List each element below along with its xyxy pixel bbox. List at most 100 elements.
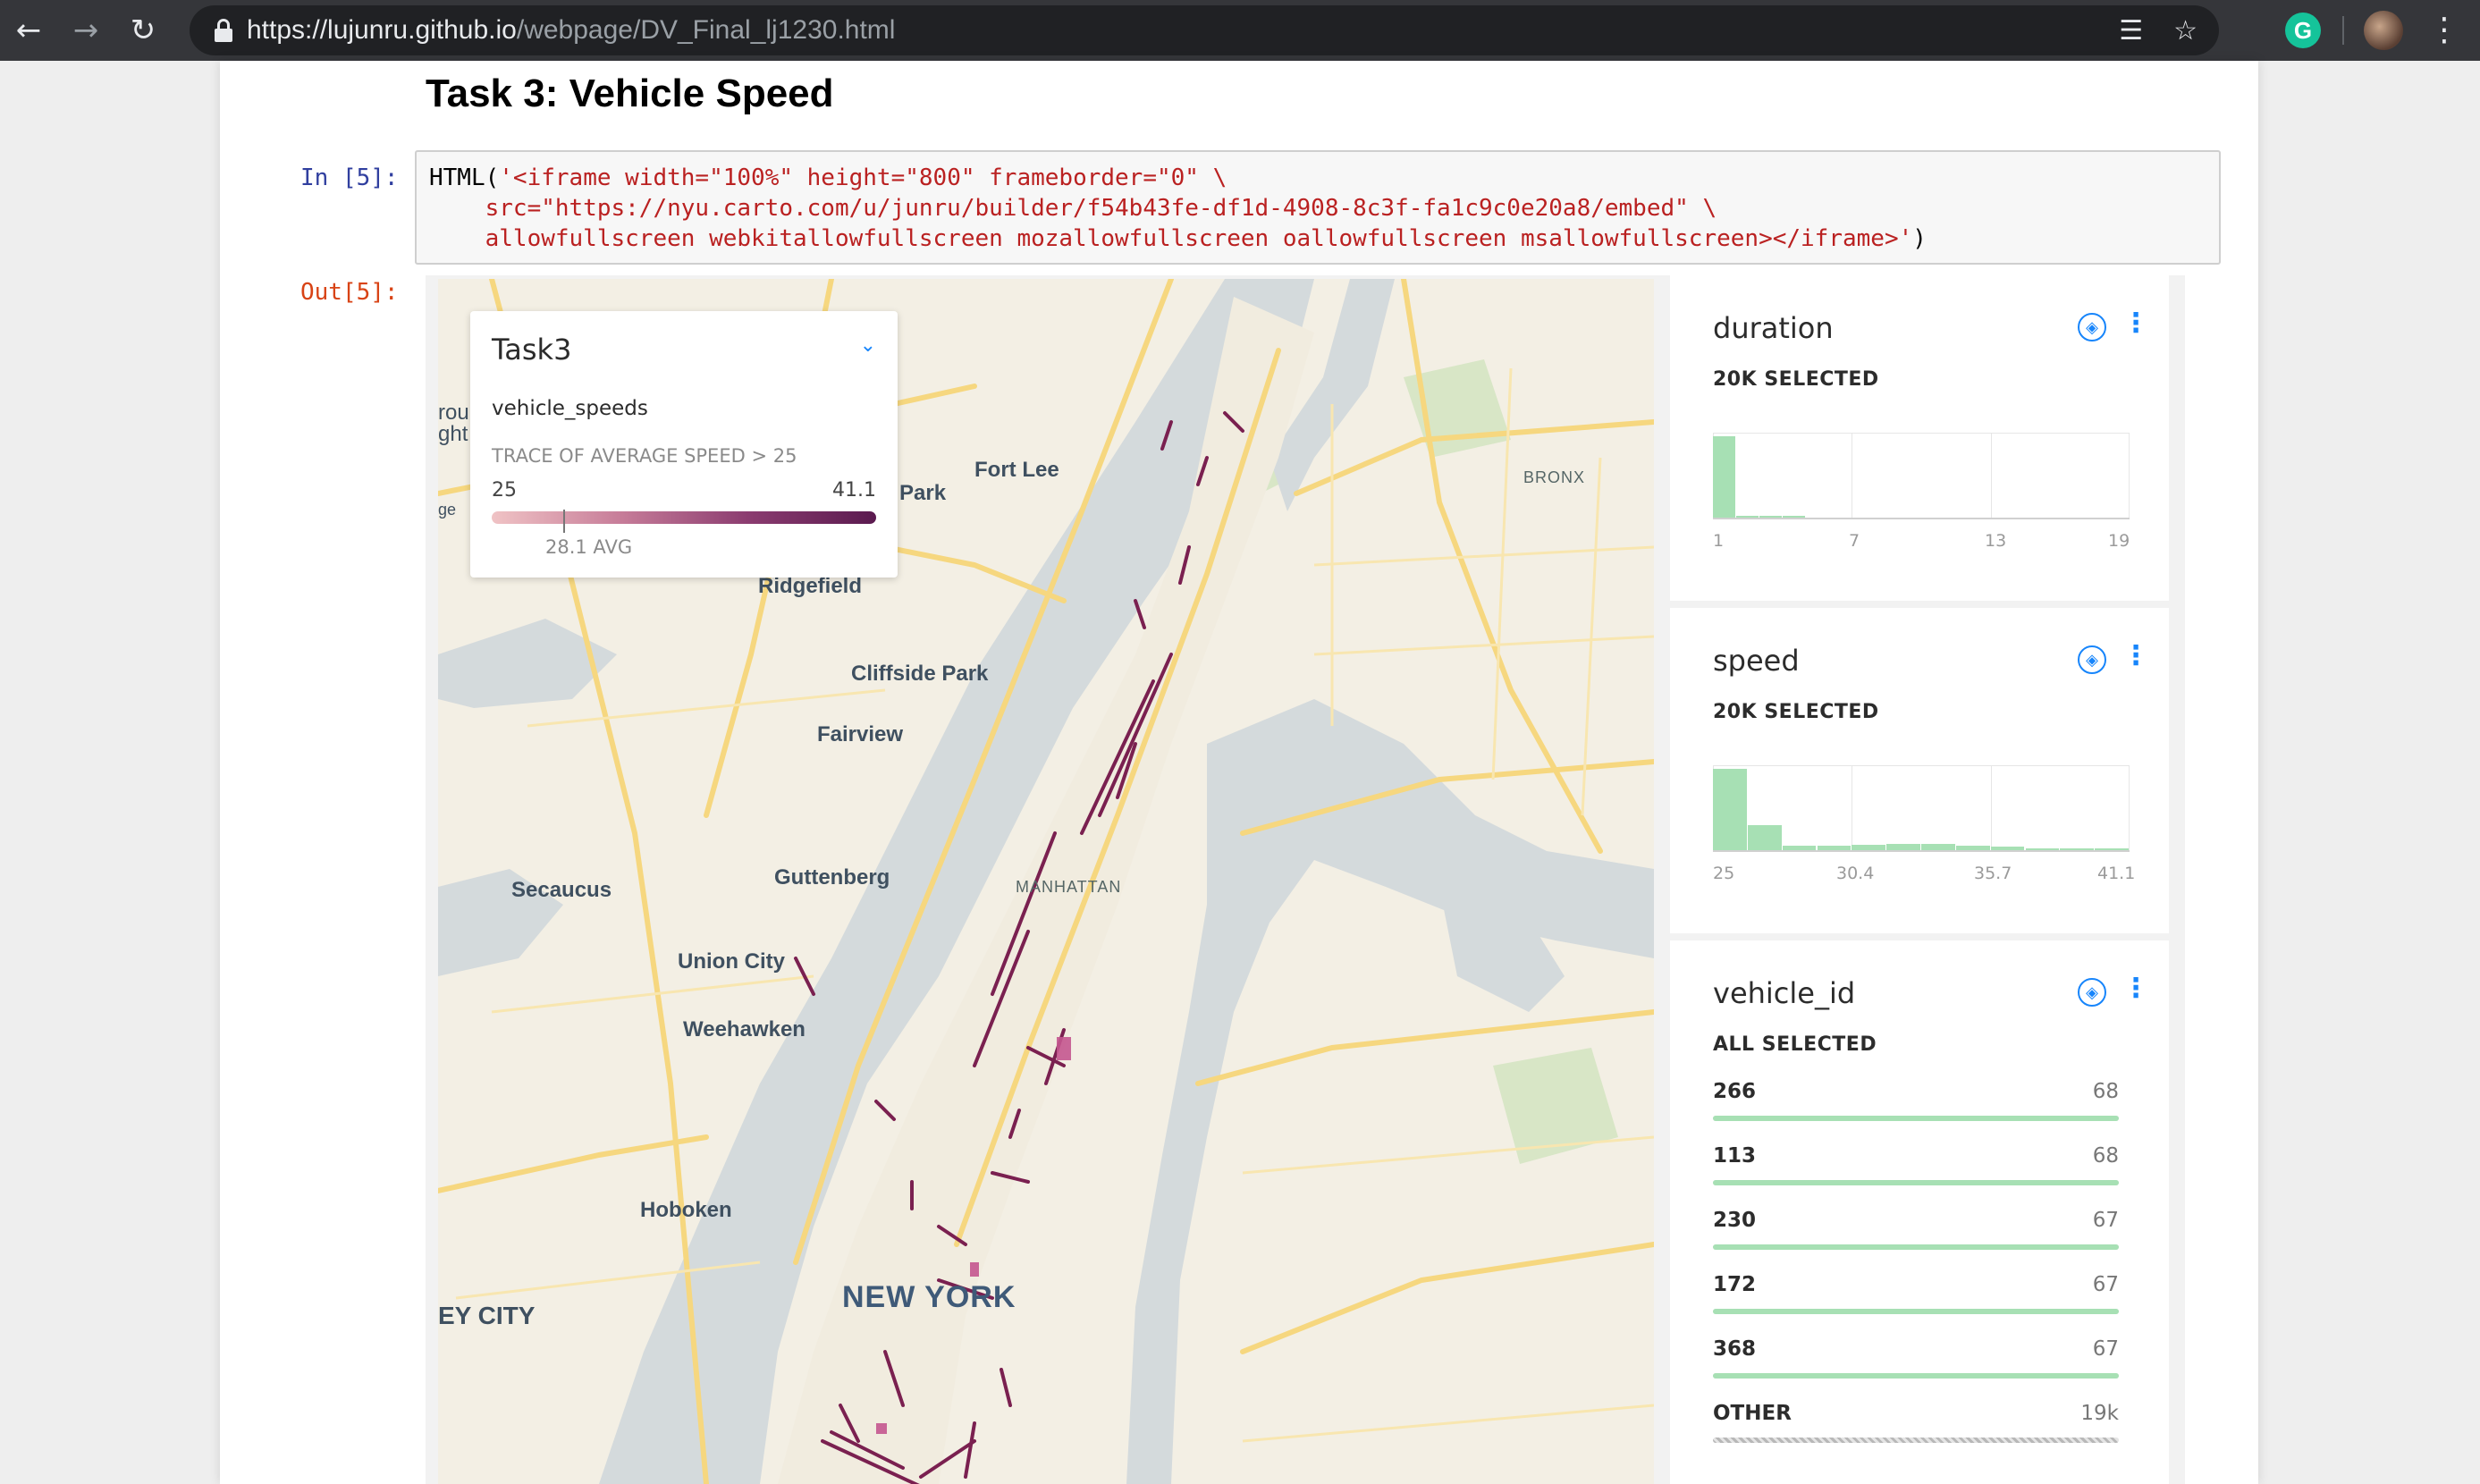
category-count: 68	[2092, 1144, 2119, 1168]
category-bar-track	[1713, 1244, 2119, 1250]
address-bar[interactable]: https://lujunru.github.io/webpage/DV_Fin…	[190, 5, 2219, 55]
duration-histogram[interactable]	[1713, 433, 2130, 522]
color-drop-icon[interactable]: ◈	[2078, 313, 2106, 341]
input-prompt: In [5]:	[300, 164, 399, 191]
code-string-3: allowfullscreen webkitallowfullscreen mo…	[429, 225, 1913, 252]
axis-tick: 35.7	[1974, 864, 2012, 883]
carto-embed: Fort Lee Park BRONX Ridgefield Cliffside…	[426, 275, 2185, 1484]
output-prompt: Out[5]:	[300, 279, 399, 306]
chevron-down-icon[interactable]: ⌄	[860, 334, 876, 357]
translate-icon[interactable]: ☰	[2119, 15, 2143, 46]
category-count: 67	[2092, 1209, 2119, 1232]
category-label: 230	[1713, 1209, 1757, 1232]
page-background: Task 3: Vehicle Speed In [5]: HTML('<ifr…	[0, 61, 2480, 1484]
histogram-gridline	[1713, 765, 2130, 766]
map-label-cut-3: ge	[438, 501, 457, 519]
map-label-manhattan: MANHATTAN	[1016, 878, 1122, 896]
code-cell[interactable]: HTML('<iframe width="100%" height="800" …	[415, 150, 2221, 265]
url-host: https://lujunru.github.io	[247, 15, 517, 45]
map-label-hoboken: Hoboken	[640, 1198, 732, 1222]
widget-sidebar: duration ◈ ⋮ 20K SELECTED 1 7 13 19 spee…	[1670, 275, 2185, 1484]
page-title: Task 3: Vehicle Speed	[426, 72, 834, 115]
map-label-secaucus: Secaucus	[511, 878, 612, 902]
category-bar-track	[1713, 1180, 2119, 1185]
map-label-cliffside-park: Cliffside Park	[851, 662, 989, 686]
histogram-bar[interactable]	[1713, 769, 1747, 851]
speed-widget: speed ◈ ⋮ 20K SELECTED 25 30.4 35.7 41.1	[1670, 608, 2169, 933]
category-label: OTHER	[1713, 1402, 1792, 1425]
axis-tick: 25	[1713, 864, 1735, 883]
url-path: /webpage/DV_Final_lj1230.html	[516, 15, 896, 45]
legend-layer-name: vehicle_speeds	[492, 397, 648, 420]
histogram-baseline	[1713, 518, 2130, 519]
legend-trace-label: TRACE OF AVERAGE SPEED > 25	[492, 445, 797, 467]
code-prefix: HTML(	[429, 164, 500, 191]
grammarly-icon[interactable]: G	[2285, 13, 2321, 48]
category-count: 67	[2092, 1337, 2119, 1361]
category-label: 266	[1713, 1080, 1757, 1103]
category-bar-track	[1713, 1373, 2119, 1379]
map-label-cut-2: ght	[438, 422, 468, 446]
category-bar	[1713, 1244, 2119, 1250]
map-label-new-york: NEW YORK	[842, 1280, 1016, 1314]
reload-icon[interactable]: ↻	[114, 0, 172, 61]
histogram-gridline	[1713, 433, 2130, 434]
axis-tick: 41.1	[2097, 864, 2136, 883]
category-bar	[1713, 1309, 2119, 1314]
axis-tick: 30.4	[1836, 864, 1875, 883]
code-string-1: '<iframe width="100%" height="800" frame…	[499, 164, 1227, 191]
code-string-2: src="https://nyu.carto.com/u/junru/build…	[429, 195, 1717, 222]
map-canvas[interactable]: Fort Lee Park BRONX Ridgefield Cliffside…	[438, 279, 1654, 1484]
code-suffix: )	[1912, 225, 1927, 252]
color-drop-icon[interactable]: ◈	[2078, 978, 2106, 1007]
category-bar-track	[1713, 1438, 2119, 1443]
forward-arrow-icon[interactable]: →	[57, 0, 114, 61]
category-bar	[1713, 1373, 2119, 1379]
category-bar-track	[1713, 1309, 2119, 1314]
axis-tick: 1	[1713, 531, 1725, 551]
back-arrow-icon[interactable]: ←	[0, 0, 57, 61]
legend-avg-tick	[563, 510, 565, 533]
toolbar-separator	[2342, 16, 2344, 45]
vehicle-id-widget: vehicle_id ◈ ⋮ ALL SELECTED 266 68 113 6…	[1670, 940, 2169, 1484]
map-label-fort-lee: Fort Lee	[974, 458, 1059, 482]
map-label-fairview: Fairview	[817, 722, 904, 746]
category-label: 113	[1713, 1144, 1757, 1168]
histogram-bar[interactable]	[1747, 824, 1782, 851]
widget-status: ALL SELECTED	[1713, 1033, 1877, 1056]
kebab-menu-icon[interactable]: ⋮	[2428, 7, 2460, 54]
map-label-union-city: Union City	[678, 949, 785, 974]
category-bar-track	[1713, 1116, 2119, 1121]
duration-widget: duration ◈ ⋮ 20K SELECTED 1 7 13 19	[1670, 275, 2169, 601]
histogram-baseline	[1713, 850, 2130, 852]
color-drop-icon[interactable]: ◈	[2078, 645, 2106, 674]
histogram-gridline	[2129, 433, 2130, 519]
legend-title: Task3	[492, 333, 572, 367]
category-count: 19k	[2080, 1402, 2119, 1425]
category-bar	[1713, 1180, 2119, 1185]
speed-histogram[interactable]	[1713, 765, 2130, 855]
widget-title: vehicle_id	[1713, 976, 1856, 1010]
legend-avg-label: 28.1 AVG	[545, 536, 633, 558]
widget-menu-icon[interactable]: ⋮	[2122, 308, 2149, 339]
url-text[interactable]: https://lujunru.github.io/webpage/DV_Fin…	[247, 15, 895, 46]
axis-tick: 19	[2108, 531, 2130, 551]
widget-menu-icon[interactable]: ⋮	[2122, 640, 2149, 671]
widget-menu-icon[interactable]: ⋮	[2122, 973, 2149, 1004]
category-label: 368	[1713, 1337, 1757, 1361]
category-bar	[1713, 1116, 2119, 1121]
widget-title: speed	[1713, 644, 1800, 678]
legend-color-ramp	[492, 511, 876, 524]
lock-icon[interactable]	[215, 19, 232, 42]
category-count: 67	[2092, 1273, 2119, 1296]
map-label-jersey-city: EY CITY	[438, 1302, 536, 1329]
legend-max: 41.1	[832, 479, 876, 502]
widget-status: 20K SELECTED	[1713, 368, 1879, 391]
histogram-bar[interactable]	[1713, 436, 1735, 519]
map-label-ridgefield: Ridgefield	[758, 574, 863, 598]
star-icon[interactable]: ☆	[2173, 15, 2197, 46]
legend-panel: Task3 ⌄ vehicle_speeds TRACE OF AVERAGE …	[470, 311, 898, 578]
histogram-gridline	[1990, 765, 1992, 851]
map-label-bronx: BRONX	[1523, 468, 1586, 486]
avatar[interactable]	[2364, 11, 2403, 50]
